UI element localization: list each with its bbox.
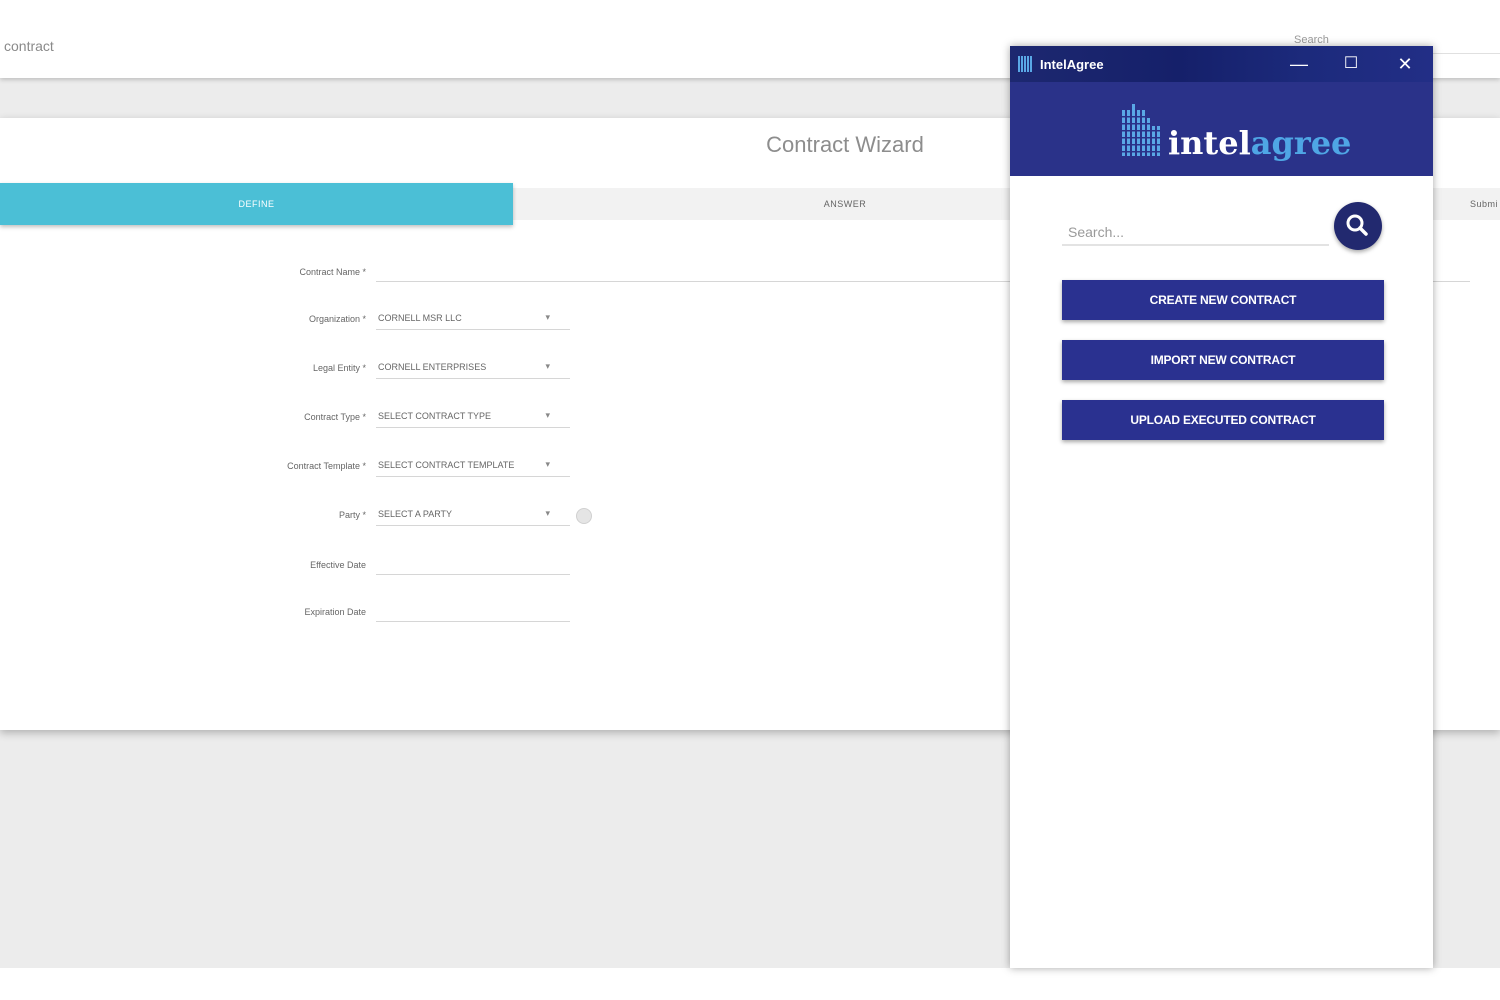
intelagree-window: IntelAgree — ☐ ✕ intelagree Search... CR… <box>1010 46 1433 968</box>
contract-template-label: Contract Template * <box>287 461 366 471</box>
add-party-icon[interactable] <box>576 508 592 524</box>
contract-name-row: Contract Name * <box>166 263 366 285</box>
window-titlebar[interactable]: IntelAgree — ☐ ✕ <box>1010 46 1433 82</box>
chevron-down-icon: ▾ <box>545 459 550 469</box>
contract-template-row: Contract Template * <box>166 457 366 479</box>
window-title: IntelAgree <box>1040 57 1104 72</box>
contract-name-label: Contract Name * <box>299 267 366 277</box>
chevron-down-icon: ▾ <box>545 410 550 420</box>
brand-logo-icon <box>1122 104 1160 156</box>
brand-header: intelagree <box>1010 82 1433 176</box>
minimize-button[interactable]: — <box>1274 46 1324 82</box>
effective-date-row: Effective Date <box>166 556 366 578</box>
legal-entity-label: Legal Entity * <box>312 363 366 373</box>
organization-value: CORNELL MSR LLC <box>378 313 462 323</box>
import-new-contract-button[interactable]: IMPORT NEW CONTRACT <box>1062 340 1384 380</box>
expiration-date-row: Expiration Date <box>166 603 366 625</box>
contract-template-value: SELECT CONTRACT TEMPLATE <box>378 460 515 470</box>
contract-type-row: Contract Type * <box>166 408 366 430</box>
contract-type-value: SELECT CONTRACT TYPE <box>378 411 492 421</box>
legal-entity-select[interactable]: CORNELL ENTERPRISES ▾ <box>376 357 570 379</box>
create-new-contract-button[interactable]: CREATE NEW CONTRACT <box>1062 280 1384 320</box>
app-logo-icon <box>1018 56 1032 72</box>
maximize-button[interactable]: ☐ <box>1326 46 1376 82</box>
upload-executed-contract-button[interactable]: UPLOAD EXECUTED CONTRACT <box>1062 400 1384 440</box>
chevron-down-icon: ▾ <box>545 508 550 518</box>
chevron-down-icon: ▾ <box>545 361 550 371</box>
popup-search-input[interactable]: Search... <box>1062 216 1329 246</box>
contract-type-select[interactable]: SELECT CONTRACT TYPE ▾ <box>376 406 570 428</box>
party-value: SELECT A PARTY <box>378 509 453 519</box>
app-title: contract <box>4 38 54 54</box>
expiration-date-label: Expiration Date <box>304 607 366 617</box>
effective-date-input[interactable] <box>376 553 570 575</box>
organization-row: Organization * <box>166 310 366 332</box>
legal-entity-value: CORNELL ENTERPRISES <box>378 362 487 372</box>
bottom-strip <box>0 968 1500 1000</box>
party-select[interactable]: SELECT A PARTY ▾ <box>376 504 570 526</box>
party-row: Party * <box>166 506 366 528</box>
expiration-date-input[interactable] <box>376 600 570 622</box>
brand-wordmark-part1: intel <box>1168 124 1251 162</box>
organization-select[interactable]: CORNELL MSR LLC ▾ <box>376 308 570 330</box>
effective-date-label: Effective Date <box>310 560 366 570</box>
close-button[interactable]: ✕ <box>1380 46 1430 82</box>
search-icon <box>1346 214 1368 236</box>
legal-entity-row: Legal Entity * <box>166 359 366 381</box>
chevron-down-icon: ▾ <box>545 312 550 322</box>
party-label: Party * <box>338 510 366 520</box>
brand-wordmark: intelagree <box>1168 124 1351 162</box>
brand-wordmark-part2: agree <box>1250 124 1352 162</box>
contract-type-label: Contract Type * <box>304 412 366 422</box>
contract-template-select[interactable]: SELECT CONTRACT TEMPLATE ▾ <box>376 455 570 477</box>
organization-label: Organization * <box>308 314 366 324</box>
search-button[interactable] <box>1334 202 1382 250</box>
step-submit[interactable]: Submi <box>1440 188 1500 220</box>
step-define[interactable]: DEFINE <box>0 183 513 225</box>
